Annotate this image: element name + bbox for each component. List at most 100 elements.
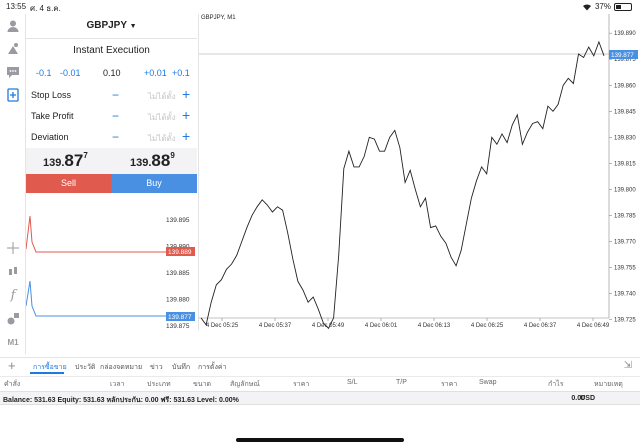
bid-tick-line: [26, 280, 171, 317]
col-price: ราคา: [293, 381, 310, 388]
take-profit-row: Take Profit − ไม่ได้ตั้ง +: [26, 107, 197, 124]
sell-button[interactable]: Sell: [26, 174, 111, 193]
volume-row: -0.1 -0.01 0.10 +0.01 +0.1: [26, 68, 197, 80]
x-tick-label: 4 Dec 05:25: [206, 323, 239, 329]
balance-bar: Balance: 531.63 Equity: 531.63 หลักประกั…: [0, 391, 640, 405]
battery-icon: [614, 2, 632, 11]
volume-minus-001-button[interactable]: -0.01: [60, 68, 81, 78]
col-comment: หมายเหตุ: [594, 381, 623, 388]
col-symbol: สัญลักษณ์: [230, 381, 260, 388]
execution-type[interactable]: Instant Execution: [26, 45, 197, 56]
x-tick-label: 4 Dec 06:01: [365, 323, 398, 329]
take-profit-minus-button[interactable]: −: [112, 109, 119, 123]
take-profit-label: Take Profit: [31, 111, 74, 121]
bid-price: 139.877: [43, 151, 88, 170]
tick-level-label: 139.885: [166, 270, 190, 277]
deviation-label: Deviation: [31, 132, 69, 142]
quotes-box: 139.877 139.889: [26, 148, 197, 174]
symbol-label: GBPJPY: [86, 20, 127, 31]
current-price-tag-text: 139.877: [611, 52, 634, 59]
y-tick-label: 139.770: [614, 239, 636, 245]
crosshair-icon[interactable]: [5, 240, 21, 256]
tab-mailbox[interactable]: กล่องจดหมาย: [100, 362, 142, 373]
y-tick-label: 139.845: [614, 109, 636, 115]
deviation-value[interactable]: ไม่ได้ตั้ง: [148, 132, 176, 145]
tick-level-label: 139.875: [166, 323, 190, 330]
y-tick-label: 139.740: [614, 292, 636, 298]
ask-price: 139.889: [130, 151, 175, 170]
currency: USD: [580, 395, 595, 402]
y-tick-label: 139.800: [614, 187, 636, 193]
divider: [26, 38, 197, 39]
y-tick-label: 139.755: [614, 266, 636, 272]
x-tick-label: 4 Dec 06:37: [524, 323, 557, 329]
objects-icon[interactable]: [5, 310, 21, 326]
symbol-selector[interactable]: GBPJPY ▼: [26, 20, 197, 31]
add-icon[interactable]: +: [8, 358, 16, 373]
tick-level-label: 139.895: [166, 217, 190, 224]
bid-price-tag-text: 139.877: [168, 314, 192, 321]
tab-journal[interactable]: บันทึก: [172, 362, 190, 373]
col-time: เวลา: [110, 381, 125, 388]
table-header: คำสั่ง เวลา ประเภท ขนาด สัญลักษณ์ ราคา S…: [0, 376, 640, 388]
chart-type-icon[interactable]: [5, 264, 21, 280]
col-sl: S/L: [347, 379, 358, 386]
indicators-icon[interactable]: f: [5, 287, 21, 303]
take-profit-value[interactable]: ไม่ได้ตั้ง: [148, 111, 176, 124]
left-toolbar: f M1: [0, 14, 26, 354]
chevron-down-icon: ▼: [129, 23, 137, 30]
active-tab-indicator: [30, 372, 64, 374]
status-bar: 13:55 ศ. 4 ธ.ค. 37%: [0, 0, 640, 14]
y-tick-label: 139.785: [614, 213, 636, 219]
x-tick-label: 4 Dec 05:37: [259, 323, 292, 329]
timeframe-m1-icon[interactable]: M1: [5, 334, 21, 350]
y-tick-label: 139.860: [614, 83, 636, 89]
col-volume: ขนาด: [193, 381, 212, 388]
status-time: 13:55: [6, 2, 27, 11]
take-profit-plus-button[interactable]: +: [182, 107, 190, 123]
stop-loss-minus-button[interactable]: −: [112, 88, 119, 102]
col-tp: T/P: [396, 379, 407, 386]
volume-plus-001-button[interactable]: +0.01: [144, 68, 167, 78]
home-indicator: [236, 438, 404, 442]
volume-plus-01-button[interactable]: +0.1: [172, 68, 190, 78]
tick-level-label: 139.880: [166, 297, 190, 304]
ask-price-tag-text: 139.889: [168, 249, 192, 256]
volume-minus-01-button[interactable]: -0.1: [36, 68, 52, 78]
price-chart[interactable]: GBPJPY, M1 139.890 139.875 139.860 139.845 1…: [198, 14, 640, 330]
col-type: ประเภท: [147, 381, 171, 388]
x-tick-label: 4 Dec 06:25: [471, 323, 504, 329]
volume-value[interactable]: 0.10: [103, 68, 121, 78]
tab-news[interactable]: ข่าว: [150, 362, 163, 373]
traders-icon[interactable]: [5, 41, 21, 57]
y-tick-label: 139.725: [614, 318, 636, 324]
accounts-icon[interactable]: [5, 18, 21, 34]
wifi-icon: [582, 3, 591, 11]
col-order: คำสั่ง: [4, 381, 21, 388]
tab-settings[interactable]: การตั้งค่า: [198, 362, 227, 373]
col-profit: กำไร: [548, 381, 564, 388]
col-price-current: ราคา: [441, 381, 458, 388]
y-tick-label: 139.830: [614, 135, 636, 141]
deviation-minus-button[interactable]: −: [112, 130, 119, 144]
balance-text: Balance: 531.63 Equity: 531.63 หลักประกั…: [3, 397, 239, 404]
stop-loss-plus-button[interactable]: +: [182, 86, 190, 102]
order-panel: GBPJPY ▼ Instant Execution -0.1 -0.01 0.…: [26, 14, 197, 193]
y-tick-label: 139.890: [614, 31, 636, 37]
stop-loss-label: Stop Loss: [31, 90, 72, 100]
battery-percent: 37%: [594, 2, 611, 11]
buy-button[interactable]: Buy: [111, 174, 197, 193]
new-order-icon[interactable]: [5, 87, 21, 103]
deviation-row: Deviation − ไม่ได้ตั้ง +: [26, 128, 197, 145]
y-tick-label: 139.815: [614, 161, 636, 167]
stop-loss-row: Stop Loss − ไม่ได้ตั้ง +: [26, 86, 197, 103]
deviation-plus-button[interactable]: +: [182, 128, 190, 144]
x-tick-label: 4 Dec 06:49: [577, 323, 610, 329]
battery-fill: [616, 4, 622, 9]
stop-loss-value[interactable]: ไม่ได้ตั้ง: [148, 90, 176, 103]
chat-icon[interactable]: [5, 64, 21, 80]
ask-tick-line: [26, 215, 171, 253]
x-tick-label: 4 Dec 06:13: [418, 323, 451, 329]
tab-history[interactable]: ประวัติ: [75, 362, 95, 373]
expand-icon[interactable]: ⇲: [624, 360, 632, 371]
